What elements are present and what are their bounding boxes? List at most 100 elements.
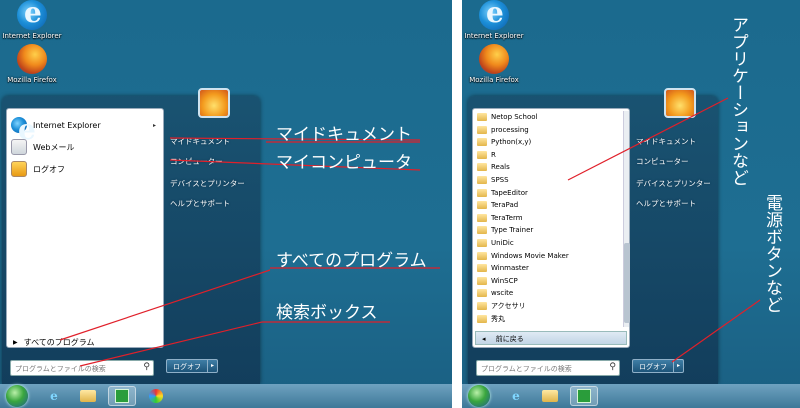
taskbar-ie-button[interactable]: e	[502, 386, 530, 406]
scrollbar[interactable]	[623, 111, 630, 327]
folder-icon	[477, 163, 487, 172]
taskbar-ie-button[interactable]: e	[40, 386, 68, 406]
menu-item-my-documents[interactable]: マイドキュメント	[170, 136, 230, 147]
menu-item-computer[interactable]: コンピューター	[636, 156, 689, 167]
program-folder-item[interactable]: 秀丸	[477, 313, 505, 325]
all-programs-label: すべてのプログラム	[23, 338, 95, 347]
taskbar-explorer-button[interactable]	[74, 386, 102, 406]
folder-icon	[477, 226, 487, 235]
taskbar-explorer-button[interactable]	[536, 386, 564, 406]
menu-item-help[interactable]: ヘルプとサポート	[636, 198, 696, 209]
all-programs-button[interactable]: ▶ すべてのプログラム	[13, 337, 95, 348]
program-label: R	[491, 150, 496, 159]
submenu-arrow-icon: ▸	[153, 121, 157, 129]
program-item-webmail[interactable]: Webメール	[11, 137, 74, 157]
folder-icon	[477, 188, 487, 197]
program-label: Type Trainer	[491, 226, 534, 235]
program-label: WinSCP	[491, 276, 518, 285]
taskbar-app-button[interactable]	[570, 386, 598, 406]
program-folder-item[interactable]: Type Trainer	[477, 224, 533, 236]
menu-item-devices[interactable]: デバイスとプリンター	[170, 178, 245, 189]
program-folder-item[interactable]: TeraPad	[477, 199, 518, 211]
program-label: ログオフ	[33, 164, 65, 174]
folder-icon	[477, 302, 487, 310]
program-label: processing	[491, 125, 529, 134]
desktop-right: Internet Explorer Mozilla Firefox ◂ 前に戻る…	[462, 0, 800, 408]
program-folder-item[interactable]: Winmaster	[477, 262, 529, 274]
program-list: ◂ 前に戻る Netop School processing Python(x,y)…	[472, 108, 630, 348]
back-button[interactable]: ◂ 前に戻る	[475, 331, 627, 345]
folder-icon	[477, 264, 487, 273]
program-folder-item[interactable]: Python(x,y)	[477, 136, 531, 148]
folder-icon	[477, 150, 487, 159]
program-folder-item[interactable]: Netop School	[477, 111, 537, 123]
desktop-icon-label: Internet Explorer	[464, 32, 524, 40]
taskbar: e	[0, 384, 452, 408]
shutdown-button[interactable]: ログオフ ▸	[166, 359, 219, 373]
shutdown-options-arrow-icon[interactable]: ▸	[207, 360, 217, 372]
program-label: Reals	[491, 163, 510, 172]
folder-icon	[477, 201, 487, 210]
folder-icon	[477, 125, 487, 134]
search-input[interactable]: プログラムとファイルの検索 ⚲	[10, 360, 154, 376]
annotation-all-programs: すべてのプログラム	[276, 251, 427, 271]
folder-icon	[80, 390, 96, 402]
desktop-icon-label: Mozilla Firefox	[469, 76, 519, 84]
firefox-icon	[17, 44, 47, 74]
program-folder-item[interactable]: UniDic	[477, 237, 514, 249]
internet-explorer-icon	[479, 0, 509, 30]
search-placeholder: プログラムとファイルの検索	[481, 365, 572, 373]
program-folder-item[interactable]: Windows Movie Maker	[477, 250, 569, 262]
annotation-search-box: 検索ボックス	[276, 303, 378, 323]
user-avatar[interactable]	[198, 88, 230, 118]
program-label: Windows Movie Maker	[491, 251, 569, 260]
start-orb-icon[interactable]	[6, 385, 28, 407]
annotation-power-button: 電源ボタンなど	[762, 194, 782, 313]
program-item-ie[interactable]: Internet Explorer ▸	[11, 113, 156, 146]
taskbar-paint-button[interactable]	[142, 386, 170, 406]
program-folder-item[interactable]: SPSS	[477, 174, 509, 186]
program-folder-item[interactable]: WinSCP	[477, 275, 518, 287]
program-label: TeraTerm	[491, 213, 523, 222]
menu-item-devices[interactable]: デバイスとプリンター	[636, 178, 711, 189]
shutdown-label: ログオフ	[639, 363, 667, 371]
menu-item-my-documents[interactable]: マイドキュメント	[636, 136, 696, 147]
internet-explorer-icon: e	[512, 389, 520, 403]
annotation-my-documents: マイドキュメント	[276, 125, 412, 145]
internet-explorer-icon: e	[50, 389, 58, 403]
annotation-my-computer: マイコンピュータ	[276, 153, 412, 173]
menu-item-computer[interactable]: コンピューター	[170, 156, 223, 167]
folder-icon	[477, 289, 487, 298]
program-folder-item[interactable]: Reals	[477, 161, 510, 173]
program-label: Netop School	[491, 113, 538, 121]
program-label: TapeEditor	[491, 188, 528, 197]
key-icon	[11, 161, 27, 177]
program-folder-item[interactable]: TeraTerm	[477, 212, 523, 224]
menu-item-help[interactable]: ヘルプとサポート	[170, 198, 230, 209]
program-item-logoff[interactable]: ログオフ	[11, 159, 65, 179]
program-folder-item[interactable]: wscite	[477, 287, 513, 299]
firefox-icon	[479, 44, 509, 74]
scrollbar-thumb[interactable]	[624, 243, 630, 323]
folder-icon	[477, 213, 487, 222]
search-icon[interactable]: ⚲	[609, 362, 616, 372]
desktop-icon-firefox[interactable]: Mozilla Firefox	[0, 44, 64, 84]
taskbar-app-button[interactable]	[108, 386, 136, 406]
search-input[interactable]: プログラムとファイルの検索 ⚲	[476, 360, 620, 376]
program-label: Internet Explorer	[33, 120, 101, 130]
shutdown-button[interactable]: ログオフ ▸	[632, 359, 685, 373]
folder-icon	[542, 390, 558, 402]
start-orb-icon[interactable]	[468, 385, 490, 407]
desktop-icon-label: Internet Explorer	[2, 32, 62, 40]
user-avatar[interactable]	[664, 88, 696, 118]
shutdown-options-arrow-icon[interactable]: ▸	[673, 360, 683, 372]
search-icon[interactable]: ⚲	[143, 362, 150, 372]
program-folder-item[interactable]: R	[477, 149, 496, 161]
program-folder-item[interactable]: アクセサリ	[477, 300, 526, 312]
desktop-icon-ie[interactable]: Internet Explorer	[462, 0, 526, 40]
program-folder-item[interactable]: TapeEditor	[477, 187, 528, 199]
desktop-icon-ie[interactable]: Internet Explorer	[0, 0, 64, 40]
desktop-icon-firefox[interactable]: Mozilla Firefox	[462, 44, 526, 84]
desktop-left: Internet Explorer Mozilla Firefox Intern…	[0, 0, 452, 408]
program-folder-item[interactable]: processing	[477, 124, 529, 136]
